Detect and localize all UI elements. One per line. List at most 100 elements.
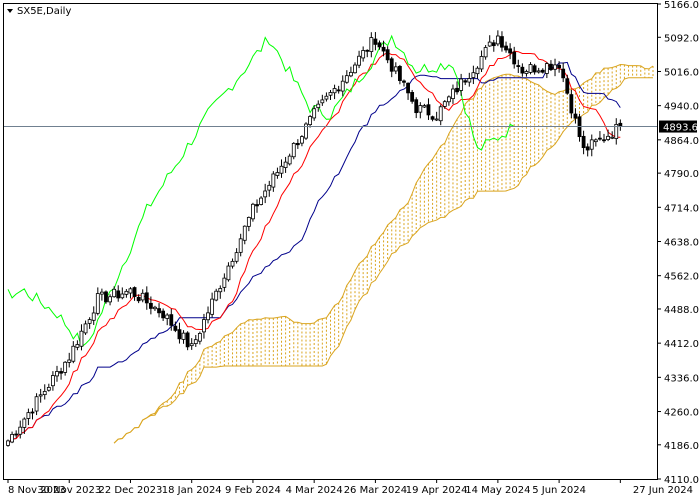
candle-body xyxy=(202,319,206,333)
candle-body xyxy=(549,63,553,71)
candle-body xyxy=(18,426,23,435)
chart-root: SX5E,Daily 5166.0 5092.0 5016.0 4940.0 4864.… xyxy=(0,0,700,500)
candle-body xyxy=(565,78,570,94)
candle-body xyxy=(414,99,419,114)
candle-body xyxy=(263,190,268,198)
ichimoku-chart[interactable]: SX5E,Daily 5166.0 5092.0 5016.0 4940.0 4864.… xyxy=(0,0,700,500)
candle-body xyxy=(316,103,321,109)
y-tick-label: 5166.0 xyxy=(664,0,699,11)
candle-body xyxy=(602,139,606,142)
candle-body xyxy=(153,306,157,310)
candle-body xyxy=(312,108,317,119)
candle-body xyxy=(557,64,562,69)
candle-body xyxy=(589,139,594,150)
candle-body xyxy=(471,72,476,78)
candle-body xyxy=(22,418,27,428)
candle-body xyxy=(55,371,59,377)
candle-body xyxy=(157,308,161,314)
candle-body xyxy=(75,344,80,348)
candle-body xyxy=(132,287,137,297)
candle-body xyxy=(165,314,170,319)
candle-body xyxy=(222,277,227,288)
candle-body xyxy=(140,292,145,301)
y-tick-label: 5092.0 xyxy=(664,33,699,44)
candle-body xyxy=(442,101,447,107)
candle-body xyxy=(38,394,43,397)
candle-body xyxy=(393,66,398,72)
candle-body xyxy=(402,80,406,83)
candle-body xyxy=(581,135,586,149)
candle-body xyxy=(353,64,357,74)
candle-body xyxy=(524,71,529,74)
candle-body xyxy=(569,94,574,114)
candle-body xyxy=(287,155,292,165)
candle-body xyxy=(561,68,566,79)
candle-body xyxy=(79,330,84,347)
candle-body xyxy=(26,412,31,419)
candle-body xyxy=(120,293,125,299)
candle-body xyxy=(136,296,141,302)
candle-body xyxy=(349,71,353,77)
candle-body xyxy=(512,51,517,65)
y-tick-label: 5016.0 xyxy=(664,67,699,78)
candle-body xyxy=(483,47,488,58)
y-tick-label: 4488.0 xyxy=(664,305,699,316)
x-tick-label: 14 May 2024 xyxy=(465,485,530,496)
y-tick-label: 4562.0 xyxy=(664,272,699,283)
candle-body xyxy=(418,105,423,113)
y-tick-label: 4940.0 xyxy=(664,102,699,113)
y-tick-label: 4336.0 xyxy=(664,373,699,384)
candle-body xyxy=(234,252,239,262)
candle-body xyxy=(504,45,508,51)
candle-body xyxy=(446,96,451,103)
candle-body xyxy=(91,312,96,321)
candle-body xyxy=(585,146,590,151)
candle-body xyxy=(324,95,329,100)
candle-body xyxy=(406,82,410,94)
candle-body xyxy=(598,137,602,140)
candle-body xyxy=(328,92,333,96)
y-tick-label: 4714.0 xyxy=(664,203,699,214)
candle-body xyxy=(169,314,174,326)
candle-body xyxy=(185,332,190,348)
candle-body xyxy=(373,38,378,45)
candle-body xyxy=(357,55,361,66)
candle-body xyxy=(573,113,578,119)
candle-body xyxy=(51,375,55,387)
candle-body xyxy=(242,225,247,241)
candle-body xyxy=(336,89,341,92)
y-tick-label: 4790.0 xyxy=(664,169,699,180)
candle-body xyxy=(385,49,390,61)
candle-body xyxy=(10,433,14,443)
candle-body xyxy=(87,319,92,324)
x-tick-label: 4 Mar 2024 xyxy=(286,485,343,496)
candle-body xyxy=(161,310,166,319)
x-tick-label: 9 Feb 2024 xyxy=(225,485,281,496)
candle-body xyxy=(451,88,455,99)
y-tick-label: 4260.0 xyxy=(664,408,699,419)
candle-body xyxy=(206,312,210,321)
candle-body xyxy=(532,65,537,73)
candle-body xyxy=(112,288,117,298)
candle-body xyxy=(344,75,349,83)
candle-body xyxy=(30,411,35,414)
candle-body xyxy=(495,35,500,45)
candle-body xyxy=(251,203,255,220)
candle-body xyxy=(95,293,100,314)
candle-body xyxy=(308,116,312,126)
candle-body xyxy=(459,78,464,91)
candle-body xyxy=(422,105,427,108)
x-tick-label: 27 Jun 2024 xyxy=(633,485,693,496)
candle-body xyxy=(544,63,549,74)
y-tick-label: 4638.0 xyxy=(664,238,699,249)
y-tick-label: 4864.0 xyxy=(664,136,699,147)
candle-body xyxy=(104,291,108,303)
candle-body xyxy=(144,292,149,304)
candle-body xyxy=(540,69,545,73)
y-axis: 5166.0 5092.0 5016.0 4940.0 4864.0 4790.0 4714… xyxy=(657,0,699,486)
candle-body xyxy=(214,290,219,301)
candle-body xyxy=(67,359,72,363)
candle-body xyxy=(610,136,615,139)
candle-body xyxy=(381,46,386,52)
candle-body xyxy=(361,50,366,59)
